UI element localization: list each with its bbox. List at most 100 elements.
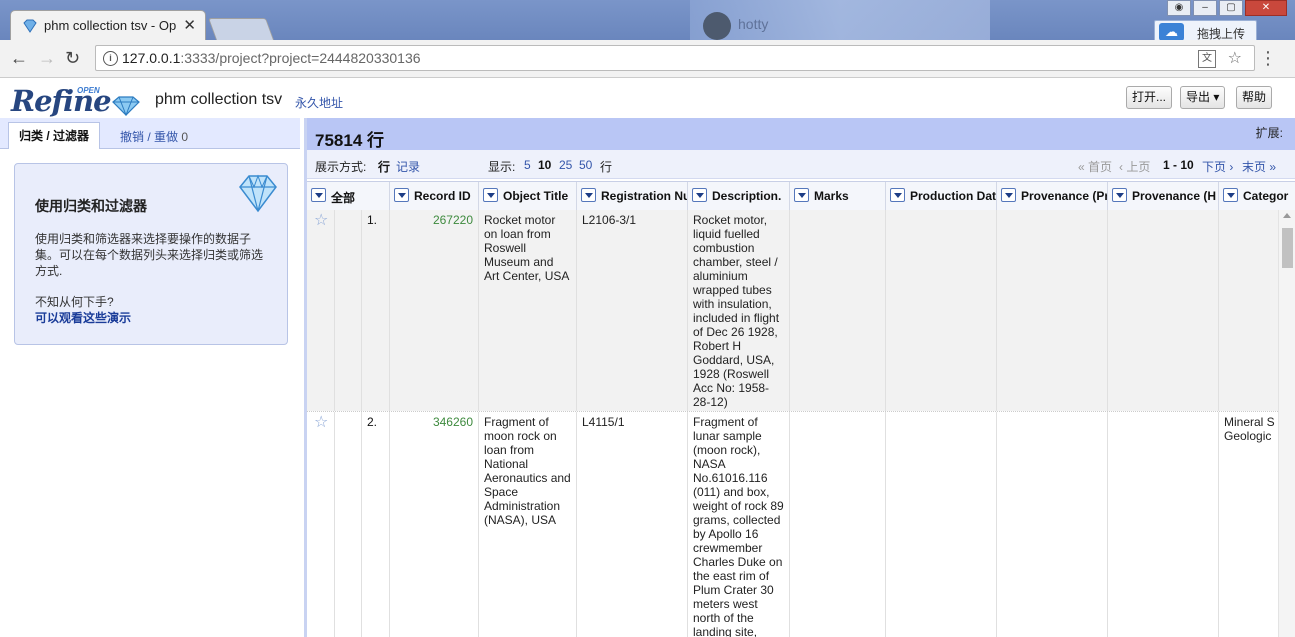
vertical-scrollbar[interactable] [1278, 210, 1295, 637]
column-label: Record ID [414, 189, 471, 203]
column-label: 全部 [331, 191, 356, 205]
back-arrow-icon[interactable]: ← [10, 48, 28, 68]
record-id-cell[interactable]: 346260 [390, 412, 479, 637]
description-cell[interactable]: Fragment of lunar sample (moon rock), NA… [688, 412, 790, 637]
mode-records[interactable]: 记录 [396, 158, 420, 175]
marks-cell[interactable] [790, 412, 886, 637]
category-cell[interactable] [1219, 210, 1278, 411]
flag-cell[interactable] [335, 412, 362, 637]
browser-menu-icon[interactable]: ⋮ [1259, 48, 1277, 68]
description-cell[interactable]: Rocket motor, liquid fuelled combustion … [688, 210, 790, 411]
column-menu-icon[interactable] [692, 188, 707, 202]
provenance-h-cell[interactable] [1108, 210, 1219, 411]
upload-button[interactable]: ☁ 拖拽上传 [1154, 20, 1257, 40]
row-count: 75814 行 [315, 131, 384, 150]
column-header-registration[interactable]: Registration Nu [577, 182, 688, 210]
column-menu-icon[interactable] [890, 188, 905, 202]
window-controls: ◉ – ▢ ✕ [1167, 0, 1287, 16]
column-menu-icon[interactable] [581, 188, 596, 202]
prev-page-link[interactable]: ‹ 上页 [1119, 158, 1150, 175]
user-icon[interactable]: ◉ [1167, 0, 1191, 16]
provenance-p-cell[interactable] [997, 210, 1108, 411]
reload-icon[interactable]: ↻ [65, 48, 80, 68]
undo-count: 0 [181, 130, 189, 144]
data-panel: 75814 行 扩展: 展示方式: 行 记录 显示: 5 10 25 50 行 … [304, 118, 1295, 637]
page-size-10[interactable]: 10 [538, 158, 551, 172]
column-header-object-title[interactable]: Object Title [479, 182, 577, 210]
url-text[interactable]: 127.0.0.1:3333/project?project=244482033… [122, 50, 421, 66]
scroll-up-icon[interactable] [1283, 213, 1291, 218]
column-header-provenance-p[interactable]: Provenance (Pr [997, 182, 1108, 210]
browser-tab-active[interactable]: phm collection tsv - Op ✕ [10, 10, 206, 40]
permalink-link[interactable]: 永久地址 [295, 94, 343, 111]
page-size-50[interactable]: 50 [579, 158, 592, 172]
scroll-thumb[interactable] [1282, 228, 1293, 268]
diamond-logo-icon [112, 96, 140, 116]
flag-cell[interactable] [335, 210, 362, 411]
record-id-cell[interactable]: 267220 [390, 210, 479, 411]
production-date-cell[interactable] [886, 210, 997, 411]
column-header-row: 全部 Record ID Object Title Registration N… [307, 181, 1295, 211]
marks-cell[interactable] [790, 210, 886, 411]
column-menu-icon[interactable] [1223, 188, 1238, 202]
logo-open-text: OPEN [77, 86, 100, 95]
column-header-record-id[interactable]: Record ID [390, 182, 479, 210]
row-index: 1. [362, 210, 390, 411]
star-cell[interactable]: ☆ [307, 412, 335, 637]
last-page-link[interactable]: 末页 » [1242, 158, 1276, 175]
column-label: Registration Nu [601, 189, 688, 203]
help-button[interactable]: 帮助 [1236, 86, 1273, 109]
rows-unit: 行 [600, 160, 613, 174]
column-menu-icon[interactable] [1112, 188, 1127, 202]
provenance-h-cell[interactable] [1108, 412, 1219, 637]
page-size-25[interactable]: 25 [559, 158, 572, 172]
column-menu-icon[interactable] [394, 188, 409, 202]
star-icon[interactable]: ☆ [314, 213, 328, 229]
provenance-p-cell[interactable] [997, 412, 1108, 637]
page-size-5[interactable]: 5 [524, 158, 531, 172]
tab-close-icon[interactable]: ✕ [183, 16, 196, 34]
column-header-description[interactable]: Description. [688, 182, 790, 210]
column-menu-icon[interactable] [483, 188, 498, 202]
extensions-menu[interactable]: 扩展: [1256, 124, 1283, 141]
registration-cell[interactable]: L4115/1 [577, 412, 688, 637]
first-page-link[interactable]: « 首页 [1078, 158, 1112, 175]
column-menu-icon[interactable] [1001, 188, 1016, 202]
bookmark-star-icon[interactable]: ☆ [1228, 48, 1242, 68]
table-row: ☆ 2. 346260 Fragment of moon rock on loa… [307, 411, 1278, 637]
refine-favicon-icon [23, 19, 37, 33]
mode-rows[interactable]: 行 [378, 158, 390, 175]
column-header-provenance-h[interactable]: Provenance (H [1108, 182, 1219, 210]
object-title-cell[interactable]: Rocket motor on loan from Roswell Museum… [479, 210, 577, 411]
minimize-icon[interactable]: – [1193, 0, 1217, 16]
screencast-link[interactable]: 可以观看这些演示 [35, 309, 131, 326]
object-title-cell[interactable]: Fragment of moon rock on loan from Natio… [479, 412, 577, 637]
maximize-icon[interactable]: ▢ [1219, 0, 1243, 16]
category-cell[interactable]: Mineral S Geologic [1219, 412, 1278, 637]
star-cell[interactable]: ☆ [307, 210, 335, 411]
close-window-icon[interactable]: ✕ [1245, 0, 1287, 16]
address-bar[interactable]: i 127.0.0.1:3333/project?project=2444820… [95, 45, 1255, 71]
open-button[interactable]: 打开... [1126, 86, 1173, 109]
tab-undo-redo[interactable]: 撤销 / 重做 0 [120, 128, 188, 145]
star-icon[interactable]: ☆ [314, 415, 328, 431]
tab-facet-filter[interactable]: 归类 / 过滤器 [8, 122, 101, 149]
registration-cell[interactable]: L2106-3/1 [577, 210, 688, 411]
openrefine-logo[interactable]: Refine OPEN [11, 84, 140, 118]
column-menu-icon[interactable] [311, 188, 326, 202]
new-tab-button[interactable] [207, 18, 275, 40]
forward-arrow-icon[interactable]: → [38, 48, 56, 68]
column-header-category[interactable]: Categor [1219, 182, 1295, 210]
summary-bar: 75814 行 扩展: [307, 118, 1295, 150]
column-header-production-date[interactable]: Production Dat [886, 182, 997, 210]
export-button[interactable]: 导出 ▾ [1180, 86, 1226, 109]
column-header-marks[interactable]: Marks [790, 182, 886, 210]
url-host: 127.0.0.1 [122, 50, 181, 66]
next-page-link[interactable]: 下页 › [1202, 158, 1233, 175]
translate-icon[interactable]: 文 [1198, 50, 1216, 68]
production-date-cell[interactable] [886, 412, 997, 637]
info-icon[interactable]: i [103, 51, 118, 66]
column-header-all[interactable]: 全部 [307, 182, 390, 210]
project-name[interactable]: phm collection tsv [155, 91, 282, 109]
column-menu-icon[interactable] [794, 188, 809, 202]
